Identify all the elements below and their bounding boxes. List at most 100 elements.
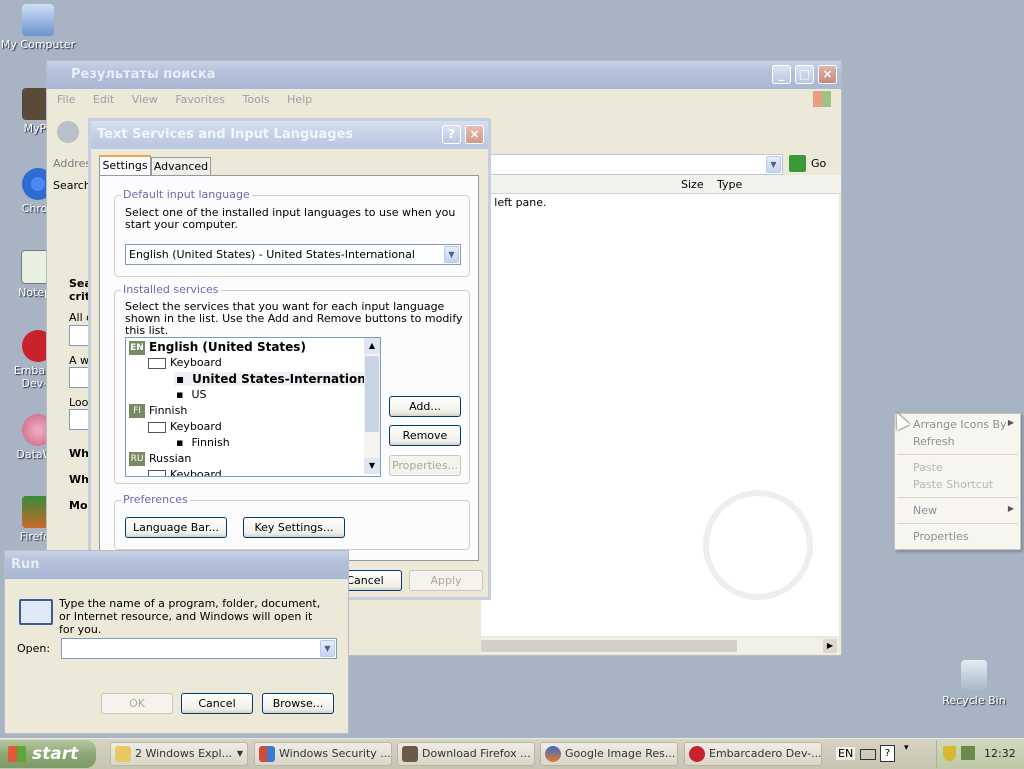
- network-icon[interactable]: [961, 746, 975, 760]
- tab-advanced[interactable]: Advanced: [151, 157, 211, 176]
- chevron-down-icon[interactable]: ▼: [320, 640, 335, 657]
- language-bar-options-icon[interactable]: ▾: [904, 743, 909, 753]
- menu-item-paste[interactable]: Paste: [913, 461, 943, 474]
- selected-language: English (United States) - United States-…: [129, 248, 415, 261]
- go-label[interactable]: Go: [811, 157, 826, 170]
- tab-settings[interactable]: Settings: [99, 155, 151, 177]
- keyboard-icon[interactable]: [860, 749, 876, 760]
- open-label: Open:: [17, 642, 51, 655]
- keyboard-icon: [148, 421, 166, 433]
- menu-item-refresh[interactable]: Refresh: [913, 435, 955, 448]
- desktop-icon-label: My Computer: [0, 38, 76, 51]
- address-label: Addres: [53, 157, 92, 170]
- run-browse-button[interactable]: Browse...: [262, 693, 334, 714]
- services-tree[interactable]: EN English (United States) Keyboard ▪ Unit…: [125, 337, 381, 477]
- taskbar: start 2 Windows Expl... ▼ Windows Securi…: [0, 738, 1024, 769]
- task-windows-security[interactable]: Windows Security ...: [254, 742, 392, 766]
- scroll-right-button[interactable]: ▶: [823, 639, 837, 653]
- chevron-down-icon[interactable]: ▼: [444, 246, 459, 263]
- tree-item-keyboard[interactable]: Keyboard: [148, 468, 222, 476]
- remove-button[interactable]: Remove: [389, 425, 461, 446]
- close-button[interactable]: ×: [465, 125, 484, 144]
- scroll-thumb[interactable]: [365, 356, 379, 432]
- tree-label: Keyboard: [170, 356, 222, 369]
- column-size[interactable]: Size: [681, 178, 704, 191]
- text-services-dialog: Text Services and Input Languages ? × Se…: [88, 118, 491, 600]
- run-cancel-button[interactable]: Cancel: [181, 693, 253, 714]
- tree-item-keyboard[interactable]: Keyboard: [148, 420, 222, 433]
- tree-item-english[interactable]: EN English (United States): [129, 340, 306, 355]
- close-button[interactable]: ×: [818, 65, 837, 84]
- security-shield-icon[interactable]: [943, 746, 956, 761]
- default-input-group: Default input language Select one of the…: [114, 188, 470, 277]
- dialog-titlebar[interactable]: Text Services and Input Languages ? ×: [91, 121, 488, 149]
- menu-item-new[interactable]: New: [913, 504, 937, 517]
- run-titlebar[interactable]: Run: [5, 551, 348, 579]
- language-badge: RU: [129, 452, 145, 466]
- key-settings-button[interactable]: Key Settings...: [243, 517, 345, 538]
- address-bar[interactable]: ▼: [487, 154, 783, 175]
- bullet-icon: ▪: [176, 436, 184, 449]
- back-button[interactable]: [57, 121, 79, 143]
- apply-button[interactable]: Apply: [409, 570, 483, 591]
- scroll-up-button[interactable]: ▲: [364, 338, 380, 354]
- task-embarcadero[interactable]: Embarcadero Dev-...: [684, 742, 822, 766]
- tree-item-russian[interactable]: RU Russian: [129, 452, 191, 466]
- scroll-thumb[interactable]: [481, 640, 737, 652]
- window-titlebar[interactable]: Результаты поиска _ □ ×: [47, 61, 841, 89]
- tree-item-us[interactable]: ▪ US: [176, 388, 207, 401]
- maximize-button[interactable]: □: [795, 65, 814, 84]
- menu-tools[interactable]: Tools: [243, 93, 270, 106]
- tree-item-us-international[interactable]: ▪ United States-International: [174, 372, 380, 386]
- task-download-firefox[interactable]: Download Firefox ...: [397, 742, 535, 766]
- language-badge: FI: [129, 404, 145, 418]
- run-ok-button[interactable]: OK: [101, 693, 173, 714]
- tree-item-keyboard[interactable]: Keyboard: [148, 356, 222, 369]
- dialog-title: Text Services and Input Languages: [97, 127, 354, 142]
- column-type[interactable]: Type: [717, 178, 742, 191]
- menu-item-paste-shortcut[interactable]: Paste Shortcut: [913, 478, 993, 491]
- go-arrow-icon[interactable]: [789, 155, 806, 172]
- menu-view[interactable]: View: [132, 93, 158, 106]
- windows-logo-icon: [813, 91, 831, 107]
- run-description: Type the name of a program, folder, docu…: [59, 597, 321, 636]
- desktop-icon-my-computer[interactable]: My Computer: [0, 4, 76, 51]
- language-bar-button[interactable]: Language Bar...: [125, 517, 227, 538]
- task-label: Windows Security ...: [279, 747, 391, 760]
- menu-file[interactable]: File: [57, 93, 75, 106]
- add-button[interactable]: Add...: [389, 396, 461, 417]
- tree-label: Finnish: [149, 404, 188, 417]
- desktop-icon-recycle-bin[interactable]: Recycle Bin: [936, 660, 1012, 707]
- minimize-button[interactable]: _: [772, 65, 791, 84]
- tree-item-finnish-layout[interactable]: ▪ Finnish: [176, 436, 230, 449]
- system-tray: 12:32: [936, 740, 1024, 768]
- help-icon[interactable]: ?: [880, 745, 895, 762]
- task-label: Google Image Res...: [565, 747, 676, 760]
- menu-help[interactable]: Help: [287, 93, 312, 106]
- group-description: Select one of the installed input langua…: [125, 206, 456, 231]
- tab-label: Settings: [102, 159, 148, 172]
- help-button[interactable]: ?: [442, 125, 461, 144]
- menu-item-arrange-icons[interactable]: Arrange Icons By: [913, 418, 1007, 431]
- run-title: Run: [11, 557, 40, 572]
- tree-label: Finnish: [191, 436, 230, 449]
- clock[interactable]: 12:32: [984, 747, 1016, 760]
- menu-favorites[interactable]: Favorites: [175, 93, 225, 106]
- menu-edit[interactable]: Edit: [93, 93, 114, 106]
- tree-item-finnish[interactable]: FI Finnish: [129, 404, 187, 418]
- task-label: Download Firefox ...: [422, 747, 531, 760]
- default-language-select[interactable]: English (United States) - United States-…: [125, 244, 461, 265]
- tree-label: Russian: [149, 452, 192, 465]
- properties-button[interactable]: Properties...: [389, 455, 461, 476]
- scroll-down-button[interactable]: ▼: [364, 458, 380, 474]
- task-google-image[interactable]: Google Image Res...: [540, 742, 678, 766]
- tree-scrollbar[interactable]: ▲ ▼: [364, 338, 380, 474]
- open-input[interactable]: ▼: [61, 638, 337, 659]
- desktop-icon-label: Recycle Bin: [942, 694, 1006, 707]
- menu-item-properties[interactable]: Properties: [913, 530, 969, 543]
- language-indicator[interactable]: EN: [836, 747, 856, 760]
- horizontal-scrollbar[interactable]: ▶: [481, 638, 839, 654]
- task-windows-explorer[interactable]: 2 Windows Expl... ▼: [110, 742, 248, 766]
- start-button[interactable]: start: [0, 740, 96, 768]
- chevron-down-icon[interactable]: ▼: [766, 156, 781, 173]
